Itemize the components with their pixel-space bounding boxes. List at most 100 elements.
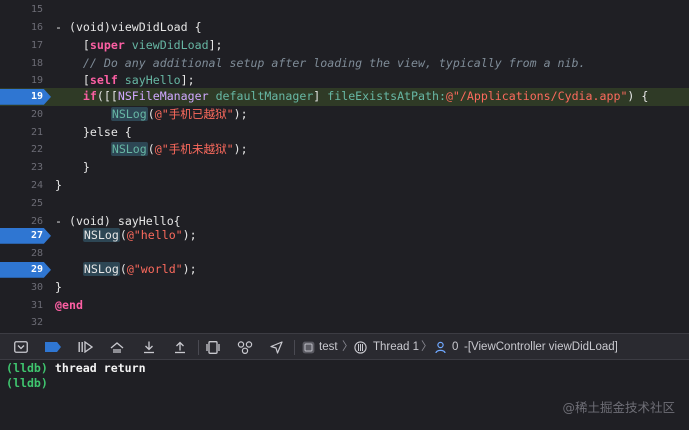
code-line-29[interactable]: 29 NSLog(@"world"); (0, 261, 689, 279)
breadcrumb-frame[interactable]: -[ViewController viewDidLoad] (464, 334, 618, 360)
gutter[interactable]: 28 (0, 245, 50, 263)
debug-view-hierarchy-icon[interactable] (200, 334, 226, 360)
code-text: } (55, 279, 62, 294)
nslog-token: NSLog (82, 228, 120, 242)
gutter[interactable]: 16 (0, 19, 50, 37)
target-app-icon (300, 334, 316, 360)
gutter[interactable]: 30 (0, 279, 50, 297)
watermark: @稀土掘金技术社区 (562, 400, 675, 415)
step-into-icon[interactable] (136, 334, 162, 360)
toolbar-divider (294, 340, 295, 355)
code-token: ) { (627, 89, 649, 103)
breadcrumb-frame-number[interactable]: 0 (452, 334, 458, 360)
code-line-15[interactable]: 15 (0, 1, 689, 19)
breakpoint-marker[interactable] (0, 228, 51, 244)
line-number: 29 (30, 264, 43, 275)
code-token: ); (182, 228, 197, 242)
line-number: 27 (30, 230, 43, 241)
code-token: ] (313, 89, 328, 103)
memory-graph-icon[interactable] (232, 334, 258, 360)
code-text: NSLog(@"手机已越狱"); (55, 106, 248, 124)
code-token: [ (55, 37, 90, 52)
gutter[interactable]: 15 (0, 1, 50, 19)
code-token: ([[ (96, 89, 118, 103)
hide-debug-area-icon[interactable] (8, 334, 34, 360)
code-line-18[interactable]: 18 // Do any additional setup after load… (0, 55, 689, 73)
code-line-32[interactable]: 32 (0, 314, 689, 332)
toolbar-divider (198, 340, 199, 355)
breadcrumb-target[interactable]: test (319, 334, 338, 360)
console-line: (lldb) (6, 376, 48, 391)
gutter[interactable]: 29 (0, 261, 51, 279)
string-token: @"手机未越狱" (154, 142, 234, 157)
console-command: thread return (47, 361, 146, 375)
class-token: NSFileManager (117, 89, 209, 103)
code-line-30[interactable]: 30 } (0, 279, 689, 297)
code-line-31[interactable]: 31 @end (0, 297, 689, 315)
code-text: if([[NSFileManager defaultManager] fileE… (55, 88, 648, 106)
user-frame-icon (433, 334, 447, 360)
code-line-22[interactable]: 22 NSLog(@"手机未越狱"); (0, 141, 689, 159)
gutter[interactable]: 21 (0, 124, 50, 142)
gutter[interactable]: 20 (0, 106, 50, 124)
code-line-17[interactable]: 17 [super viewDidLoad]; (0, 37, 689, 55)
code-line-28[interactable]: 28 (0, 245, 689, 263)
code-line-27[interactable]: 27 NSLog(@"hello"); (0, 227, 689, 245)
gutter[interactable]: 23 (0, 159, 50, 177)
breakpoint-marker[interactable] (0, 262, 51, 278)
nslog-token: NSLog (110, 106, 148, 121)
line-number: 24 (30, 180, 43, 191)
code-token: ( (119, 262, 127, 276)
code-line-current[interactable]: 19 if([[NSFileManager defaultManager] fi… (0, 88, 689, 106)
simulate-location-icon[interactable] (263, 334, 289, 360)
breadcrumb-thread[interactable]: Thread 1 (373, 334, 419, 360)
method-token: defaultManager (208, 89, 314, 103)
line-number: 20 (30, 108, 43, 120)
gutter[interactable]: 25 (0, 195, 50, 213)
line-number: 21 (30, 126, 43, 138)
continue-icon[interactable] (72, 334, 98, 360)
code-line-20[interactable]: 20 NSLog(@"手机已越狱"); (0, 106, 689, 124)
gutter[interactable]: 19 (0, 88, 51, 106)
breakpoints-toggle-icon[interactable] (40, 334, 66, 360)
code-line-25[interactable]: 25 (0, 195, 689, 213)
code-token: ( (147, 142, 155, 157)
code-text: @end (55, 297, 83, 312)
line-number: 18 (30, 57, 43, 69)
method-token: viewDidLoad (124, 37, 209, 52)
gutter[interactable]: 24 (0, 177, 50, 195)
code-line-16[interactable]: 16 - (void)viewDidLoad { (0, 19, 689, 37)
gutter[interactable]: 18 (0, 55, 50, 73)
string-token: @"world" (126, 262, 183, 276)
keyword-token: if (55, 89, 97, 103)
lldb-console[interactable]: (lldb) thread return (lldb) @稀土掘金技术社区 (0, 360, 689, 430)
gutter[interactable]: 27 (0, 227, 51, 245)
gutter[interactable]: 17 (0, 37, 50, 55)
gutter[interactable]: 22 (0, 141, 50, 159)
gutter[interactable]: 31 (0, 297, 50, 315)
line-number: 25 (30, 197, 43, 209)
code-line-21[interactable]: 21 }else { (0, 124, 689, 142)
thread-icon (352, 334, 368, 360)
method-token: sayHello (117, 73, 181, 88)
code-editor[interactable]: 15 16 - (void)viewDidLoad { 17 [super vi… (0, 0, 689, 333)
code-text: } (55, 178, 62, 192)
code-token: - (55, 213, 69, 228)
gutter[interactable]: 32 (0, 314, 50, 332)
code-token: ); (182, 262, 197, 276)
step-over-icon[interactable] (104, 334, 130, 360)
console-line: (lldb) thread return (6, 361, 146, 376)
code-line-24[interactable]: 24 } (0, 177, 689, 195)
code-token: ]; (208, 37, 223, 52)
line-number: 32 (30, 317, 43, 329)
breakpoint-marker[interactable] (0, 89, 51, 105)
step-out-icon[interactable] (167, 334, 193, 360)
code-token: sayHello{ (110, 213, 181, 228)
code-text: } (55, 160, 90, 175)
code-line-23[interactable]: 23 } (0, 159, 689, 177)
code-token: ); (233, 106, 248, 121)
line-number: 19 (30, 91, 43, 102)
